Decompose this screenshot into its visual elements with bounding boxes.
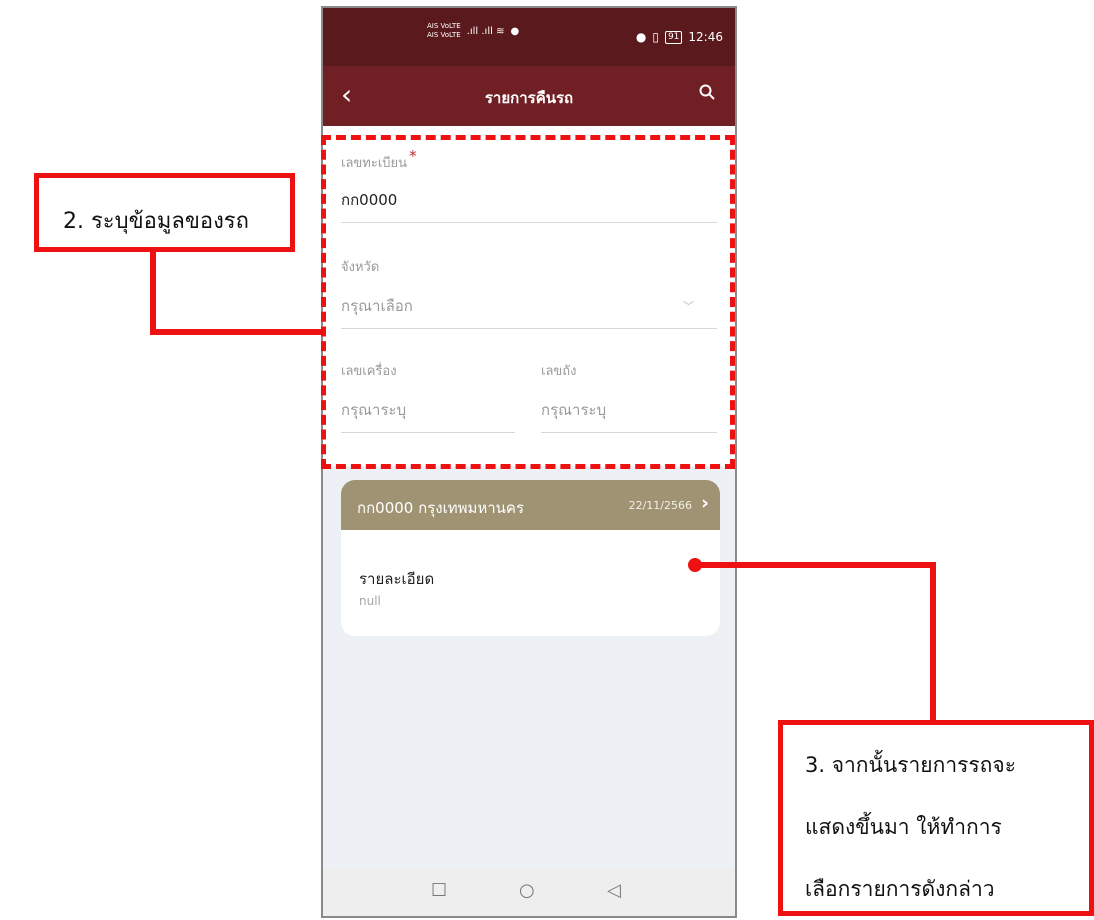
clock: 12:46 <box>688 30 723 44</box>
battery-icon: 91 <box>664 30 683 44</box>
step2-callout: 2. ระบุข้อมูลของรถ <box>34 173 295 252</box>
home-icon[interactable]: ○ <box>519 880 535 901</box>
status-right: ● ▯ 91 12:46 <box>636 30 723 44</box>
card-date: 22/11/2566 <box>628 499 692 512</box>
step2-connector-horizontal <box>150 329 324 335</box>
search-icon[interactable] <box>699 84 715 100</box>
location-icon: ● <box>635 30 647 44</box>
page-title: รายการคืนรถ <box>484 89 574 107</box>
step3-line2: แสดงขึ้นมา ให้ทำการ <box>805 815 1002 839</box>
carrier-bottom: AIS VoLTE <box>427 31 461 39</box>
card-header[interactable]: กก0000 กรุงเทพมหานคร 22/11/2566 › <box>341 480 720 530</box>
step3-callout: 3. จากนั้นรายการรถจะ แสดงขึ้นมา ให้ทำการ… <box>778 720 1094 916</box>
step2-text: 2. ระบุข้อมูลของรถ <box>63 209 249 234</box>
step3-connector-horizontal <box>695 562 935 568</box>
system-nav-bar: ☐ ○ ◁ <box>323 868 735 916</box>
signal-icon: .ıll .ıll ≋ <box>466 25 505 37</box>
step3-line3: เลือกรายการดังกล่าว <box>805 877 995 901</box>
detail-value: null <box>359 594 381 608</box>
vehicle-result-card[interactable]: กก0000 กรุงเทพมหานคร 22/11/2566 › รายละเ… <box>341 480 720 636</box>
app-bar: ‹ รายการคืนรถ <box>323 66 735 126</box>
form-highlight-box <box>321 135 735 469</box>
status-left: AIS VoLTE AIS VoLTE .ıll .ıll ≋ ● <box>427 22 519 40</box>
chevron-right-icon[interactable]: › <box>701 492 709 514</box>
back-nav-icon[interactable]: ◁ <box>607 880 621 901</box>
step2-connector-vertical <box>150 252 156 334</box>
carrier-info: AIS VoLTE AIS VoLTE <box>427 22 461 40</box>
chat-icon: ● <box>510 25 520 37</box>
carrier-top: AIS VoLTE <box>427 22 461 30</box>
vibrate-icon: ▯ <box>652 30 659 44</box>
card-title: กก0000 กรุงเทพมหานคร <box>357 499 525 517</box>
step3-connector-vertical <box>930 562 936 720</box>
detail-label: รายละเอียด <box>359 570 435 588</box>
step3-line1: 3. จากนั้นรายการรถจะ <box>805 753 1016 777</box>
recents-icon[interactable]: ☐ <box>431 880 447 901</box>
status-bar: AIS VoLTE AIS VoLTE .ıll .ıll ≋ ● ● ▯ 91… <box>323 8 735 66</box>
